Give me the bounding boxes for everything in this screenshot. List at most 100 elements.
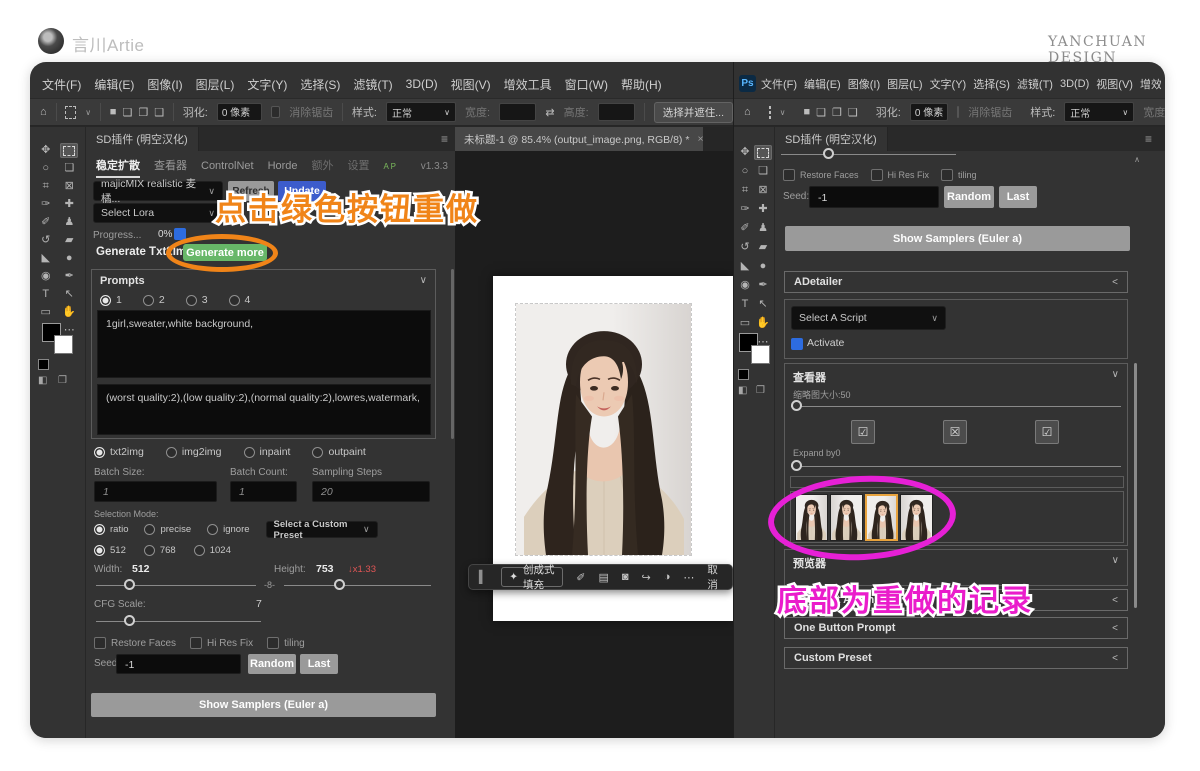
menu-item-3[interactable]: 图像(I)	[147, 76, 182, 93]
slice-tool[interactable]: ⊠	[754, 183, 772, 198]
batch-size-input[interactable]: 1	[94, 481, 217, 502]
panel-tab-sd-plugin[interactable]: SD插件 (明空汉化)	[86, 127, 199, 151]
slice-tool[interactable]: ⊠	[60, 179, 78, 194]
selmode-ratio[interactable]: ratio	[94, 524, 128, 535]
healing-brush-tool[interactable]: ✚	[60, 197, 78, 212]
dodge-tool[interactable]: ◉	[37, 269, 55, 284]
object-selection-tool[interactable]: ❏	[60, 161, 78, 176]
screen-mode-icon[interactable]: ❐	[756, 385, 765, 396]
rect-marquee-tool[interactable]	[60, 143, 78, 158]
default-colors-icon[interactable]	[738, 369, 749, 380]
marquee-tool-icon[interactable]	[65, 106, 76, 119]
viewer-check-1-icon[interactable]: ☑	[851, 420, 875, 444]
move-tool[interactable]: ✥	[37, 143, 55, 158]
lasso-tool[interactable]: ○	[736, 164, 754, 179]
menu-item-3[interactable]: 图像(I)	[848, 76, 880, 92]
positive-prompt-textarea[interactable]: 1girl,sweater,white background,	[97, 310, 431, 378]
generated-image-selection[interactable]	[515, 303, 692, 556]
expand-slider[interactable]	[791, 460, 1121, 472]
menu-item-2[interactable]: 编辑(E)	[94, 76, 134, 93]
tab-stable-diffusion[interactable]: 稳定扩散	[96, 157, 140, 178]
select-and-mask-button[interactable]: 选择并遮住...	[654, 102, 733, 123]
script-dropdown[interactable]: Select A Script∨	[791, 306, 946, 330]
sampling-steps-input[interactable]: 20	[312, 481, 430, 502]
top-slider[interactable]	[781, 148, 956, 160]
restore-faces-checkbox[interactable]	[94, 637, 106, 649]
path-select-tool[interactable]: ↖	[754, 297, 772, 312]
marquee-tool-icon[interactable]	[769, 106, 771, 119]
menu-item-6[interactable]: 选择(S)	[300, 76, 340, 93]
eyedropper-tool[interactable]: ✑	[736, 202, 754, 217]
clone-stamp-tool[interactable]: ♟	[60, 215, 78, 230]
selection-mode-r-1-icon[interactable]: ■	[804, 106, 811, 119]
taskbar-3-icon[interactable]: ◙	[622, 571, 629, 584]
width-slider[interactable]	[96, 579, 256, 591]
cancel-button[interactable]: 取消	[707, 562, 722, 592]
selmode-ignore[interactable]: ignore	[207, 524, 249, 535]
close-document-icon[interactable]: ×	[697, 133, 703, 145]
eraser-tool[interactable]: ▰	[60, 233, 78, 248]
eyedropper-tool[interactable]: ✑	[37, 197, 55, 212]
crop-tool[interactable]: ⌗	[736, 183, 754, 198]
gradient-tool[interactable]: ◣	[37, 251, 55, 266]
hand-tool[interactable]: ✋	[60, 305, 78, 320]
path-select-tool[interactable]: ↖	[60, 287, 78, 302]
menu-item-5[interactable]: 文字(Y)	[247, 76, 287, 93]
selection-mode-2-icon[interactable]: ❏	[122, 106, 132, 119]
taskbar-2-icon[interactable]: ▤	[598, 571, 608, 584]
link-dimensions-icon[interactable]: -8-	[264, 580, 275, 590]
hires-fix-checkbox[interactable]	[190, 637, 202, 649]
menu-item-4[interactable]: 图层(L)	[196, 76, 235, 93]
mode-inpaint[interactable]: inpaint	[244, 446, 291, 458]
selection-mode-r-3-icon[interactable]: ❐	[832, 106, 842, 119]
shape-tool[interactable]: ▭	[736, 316, 754, 331]
thumb-size-slider[interactable]	[791, 400, 1121, 412]
mode-outpaint[interactable]: outpaint	[312, 446, 365, 458]
type-tool[interactable]: T	[37, 287, 55, 302]
menu-item-10[interactable]: 增效工具	[1140, 76, 1161, 92]
swap-dimensions-icon[interactable]: ⇄	[545, 106, 554, 119]
brush-tool[interactable]: ✐	[736, 221, 754, 236]
lora-dropdown[interactable]: Select Lora∨	[93, 203, 223, 223]
prompt-slot-4[interactable]: 4	[229, 294, 251, 306]
default-colors-icon[interactable]	[38, 359, 49, 370]
taskbar-6-icon[interactable]: ⋯	[683, 571, 694, 584]
healing-brush-tool[interactable]: ✚	[754, 202, 772, 217]
last-seed-button[interactable]: Last	[999, 186, 1037, 208]
selection-mode-4-icon[interactable]: ❑	[154, 106, 164, 119]
tiling-checkbox[interactable]	[941, 169, 953, 181]
height-slider[interactable]	[284, 579, 431, 591]
move-tool[interactable]: ✥	[736, 145, 754, 160]
history-brush-tool[interactable]: ↺	[736, 240, 754, 255]
antialias-checkbox[interactable]	[957, 106, 959, 118]
prompts-collapse-icon[interactable]: ∨	[420, 275, 427, 286]
blur-tool[interactable]: ●	[754, 259, 772, 274]
taskbar-5-icon[interactable]: ◑	[664, 571, 671, 584]
menu-item-8[interactable]: 3D(D)	[406, 77, 438, 91]
viewer-check-3-icon[interactable]: ☑	[1035, 420, 1059, 444]
seed-input[interactable]: -1	[116, 654, 241, 674]
pen-tool[interactable]: ✒	[60, 269, 78, 284]
panel-menu-icon[interactable]: ≡	[441, 132, 448, 146]
color-swatches[interactable]	[42, 323, 72, 353]
type-tool[interactable]: T	[736, 297, 754, 312]
viewer-collapse-icon[interactable]: ∨	[1112, 369, 1119, 380]
generative-fill-button[interactable]: ✦ 创成式填充	[501, 567, 563, 587]
taskbar-4-icon[interactable]: ↪	[642, 571, 651, 584]
marquee-caret-icon[interactable]: ∨	[780, 108, 786, 117]
marquee-caret-icon[interactable]: ∨	[85, 108, 91, 117]
quick-mask-icon[interactable]: ◧	[738, 385, 747, 396]
lasso-tool[interactable]: ○	[37, 161, 55, 176]
panel-menu-icon[interactable]: ≡	[1145, 132, 1152, 146]
history-brush-tool[interactable]: ↺	[37, 233, 55, 248]
activate-checkbox[interactable]	[791, 338, 803, 350]
tab-controlnet[interactable]: ControlNet	[201, 160, 254, 172]
menu-item-12[interactable]: 帮助(H)	[621, 76, 662, 93]
random-seed-button[interactable]: Random	[944, 186, 994, 208]
size-768[interactable]: 768	[144, 545, 176, 556]
panel-scrollbar-left[interactable]	[451, 269, 454, 439]
size-512[interactable]: 512	[94, 545, 126, 556]
random-seed-button[interactable]: Random	[248, 654, 296, 674]
document-tab[interactable]: 未标题-1 @ 85.4% (output_image.png, RGB/8) …	[455, 127, 703, 151]
panel-scrollbar-right[interactable]	[1134, 363, 1137, 608]
